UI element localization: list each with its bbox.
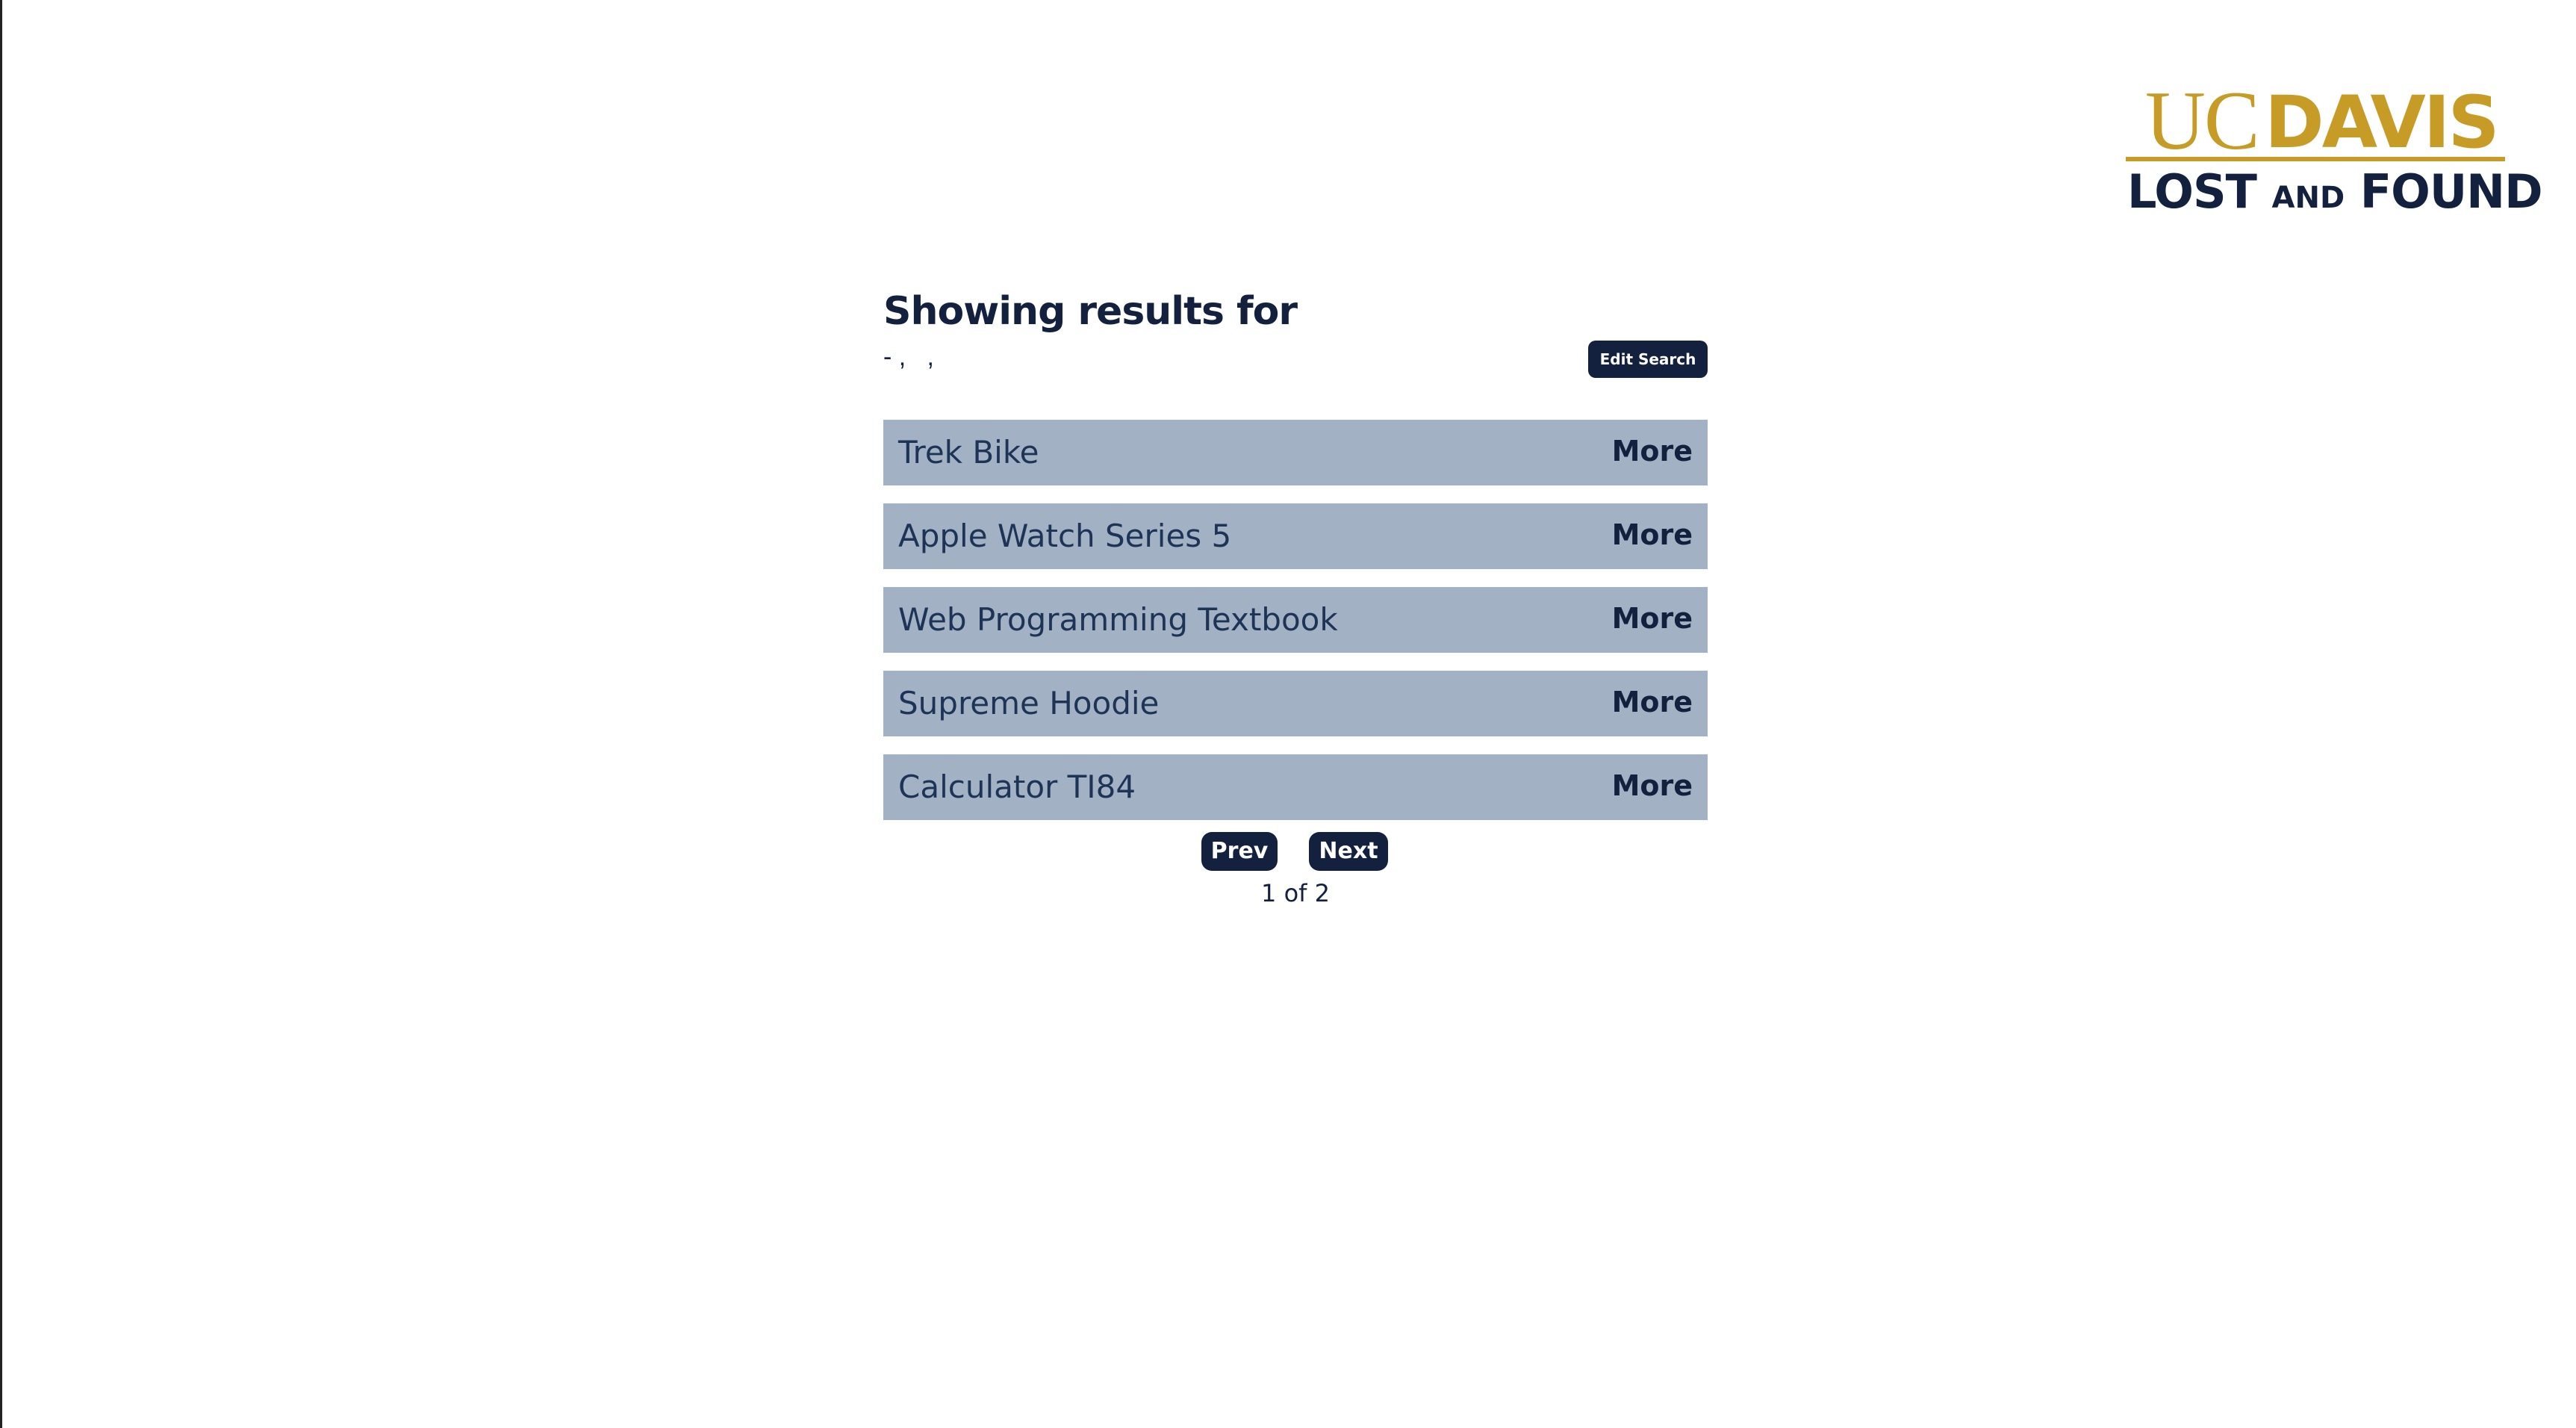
pagination-controls: Prev Next	[883, 832, 1708, 874]
result-item[interactable]: Web Programming Textbook More	[883, 587, 1708, 653]
page: UC DAVIS LOST AND FOUND Showing results …	[0, 0, 2576, 1428]
result-item-title: Apple Watch Series 5	[898, 518, 1232, 554]
logo-divider	[2126, 157, 2505, 161]
logo-uc-text: UC	[2145, 75, 2260, 167]
edit-search-button[interactable]: Edit Search	[1588, 341, 1708, 378]
search-query-summary: - , ,	[883, 343, 934, 371]
result-item-title: Supreme Hoodie	[898, 685, 1160, 721]
result-more-link[interactable]: More	[1612, 503, 1693, 566]
result-item[interactable]: Supreme Hoodie More	[883, 671, 1708, 736]
result-more-link[interactable]: More	[1612, 671, 1693, 733]
logo-and-word: AND	[2271, 181, 2345, 215]
results-list: Trek Bike More Apple Watch Series 5 More…	[883, 420, 1708, 820]
result-item-title: Trek Bike	[898, 434, 1039, 471]
result-more-link[interactable]: More	[1612, 587, 1693, 650]
logo-lost-word: LOST	[2127, 164, 2272, 219]
result-item[interactable]: Apple Watch Series 5 More	[883, 503, 1708, 569]
next-page-button[interactable]: Next	[1309, 832, 1388, 871]
results-heading: Showing results for	[883, 289, 1298, 334]
result-more-link[interactable]: More	[1612, 754, 1693, 817]
logo-found-word: FOUND	[2345, 164, 2543, 219]
result-item-title: Calculator TI84	[898, 769, 1136, 805]
page-indicator: 1 of 2	[1261, 879, 1330, 907]
logo-lost-and-found-text: LOST AND FOUND	[2127, 164, 2543, 226]
result-item[interactable]: Trek Bike More	[883, 420, 1708, 485]
result-item[interactable]: Calculator TI84 More	[883, 754, 1708, 820]
prev-page-button[interactable]: Prev	[1201, 832, 1278, 871]
uc-davis-lost-and-found-logo[interactable]: UC DAVIS LOST AND FOUND	[2126, 79, 2543, 219]
result-more-link[interactable]: More	[1612, 420, 1693, 482]
search-results-panel: Showing results for - , , Edit Search Tr…	[883, 282, 1708, 911]
logo-davis-text: DAVIS	[2265, 81, 2500, 164]
search-query-row: - , , Edit Search	[883, 341, 1708, 393]
result-item-title: Web Programming Textbook	[898, 601, 1338, 638]
